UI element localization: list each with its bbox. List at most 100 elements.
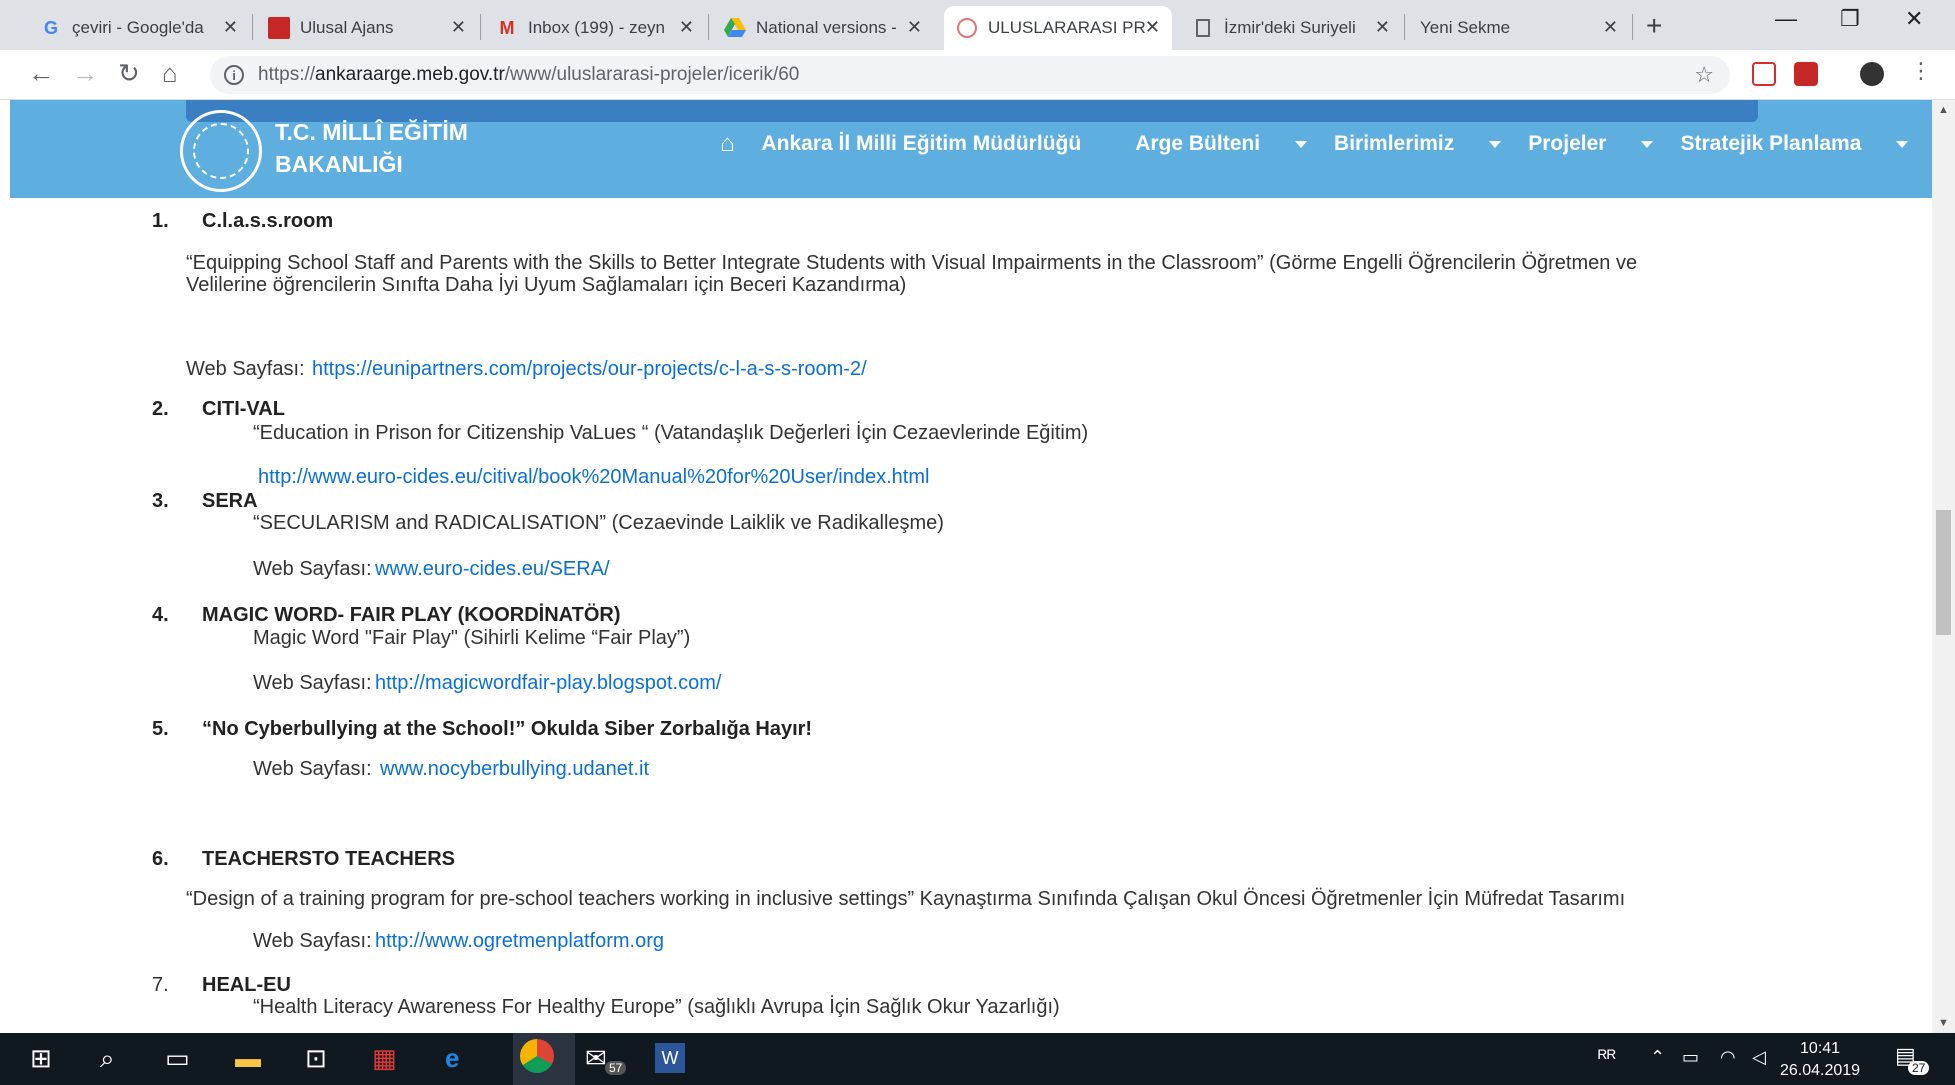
close-tab-icon[interactable]: ✕	[1603, 17, 1618, 38]
project-link[interactable]: http://magicwordfair-play.blogspot.com/	[375, 672, 721, 695]
address-bar[interactable]: i https://ankaraarge.meb.gov.tr/www/ulus…	[210, 56, 1730, 94]
caret-down-icon	[1489, 140, 1502, 148]
close-tab-icon[interactable]: ✕	[451, 17, 466, 38]
wifi-icon[interactable]: ◠	[1720, 1047, 1736, 1068]
caret-down-icon	[1896, 140, 1909, 148]
close-window-button[interactable]: ✕	[1905, 6, 1923, 32]
pocket-extension-icon[interactable]	[1752, 62, 1776, 86]
pdf-extension-icon[interactable]	[1794, 62, 1818, 86]
scroll-down-icon[interactable]: ▼	[1938, 1017, 1949, 1029]
page-scrollbar[interactable]: ▲ ▼	[1932, 100, 1955, 1033]
search-icon[interactable]: ⌕	[100, 1043, 115, 1075]
nav-projeler[interactable]: Projeler	[1528, 132, 1654, 156]
home-icon[interactable]: ⌂	[162, 58, 178, 89]
tab-uluslararasi-active[interactable]: ULUSLARARASI PR ✕	[944, 6, 1172, 50]
info-icon[interactable]: i	[224, 65, 244, 85]
project-number: 7.	[152, 974, 169, 996]
gmail-icon: M	[499, 17, 515, 38]
meb-logo-icon[interactable]	[180, 110, 262, 192]
browser-tab-strip: G çeviri - Google'da ✕ Ulusal Ajans ✕ M …	[0, 0, 1955, 50]
document-icon	[1192, 17, 1214, 39]
google-g-icon: G	[43, 17, 58, 38]
close-tab-icon[interactable]: ✕	[1145, 17, 1160, 38]
project-title: TEACHERSTO TEACHERS	[202, 848, 455, 870]
reload-icon[interactable]: ↻	[118, 58, 140, 89]
back-icon[interactable]: ←	[28, 58, 54, 89]
web-label: Web Sayfası:	[253, 558, 372, 580]
nav-ankara-il[interactable]: Ankara İl Milli Eğitim Müdürlüğü	[762, 132, 1109, 156]
tab-yeni-sekme[interactable]: Yeni Sekme ✕	[1408, 6, 1630, 50]
windows-taskbar: ⊞ ⌕ ▭ ▬ ⊡ ▦ e ✉ 57 W ᴿᴿ ⌃ ▭ ◠ ◁ 10:41 26…	[0, 1033, 1955, 1085]
web-label: Web Sayfası:	[253, 758, 372, 780]
home-icon[interactable]: ⌂	[720, 130, 735, 158]
project-number: 5.	[152, 718, 169, 740]
project-number: 3.	[152, 490, 169, 512]
project-title: SERA	[202, 490, 258, 512]
project-description: “Design of a training program for pre-sc…	[186, 888, 1626, 910]
minimize-button[interactable]: —	[1775, 6, 1797, 32]
menu-dots-icon[interactable]: ⋮	[1910, 58, 1932, 84]
scrollbar-thumb[interactable]	[1936, 510, 1951, 635]
drive-icon	[724, 17, 746, 39]
close-tab-icon[interactable]: ✕	[907, 17, 922, 38]
project-description: “Health Literacy Awareness For Healthy E…	[253, 996, 1060, 1018]
windows-start-icon[interactable]: ⊞	[30, 1043, 52, 1074]
project-link[interactable]: http://www.euro-cides.eu/citival/book%20…	[258, 466, 929, 489]
project-link[interactable]: www.euro-cides.eu/SERA/	[375, 558, 610, 581]
system-clock[interactable]: 10:41 26.04.2019	[1780, 1038, 1860, 1082]
edge-icon[interactable]: e	[445, 1043, 459, 1074]
project-description: “Education in Prison for Citizenship VaL…	[253, 422, 1089, 444]
close-tab-icon[interactable]: ✕	[679, 17, 694, 38]
meb-icon	[956, 17, 978, 39]
scroll-up-icon[interactable]: ▲	[1938, 104, 1949, 116]
restore-button[interactable]: ❐	[1840, 6, 1860, 32]
tab-drive[interactable]: National versions - ✕	[712, 6, 934, 50]
tab-google[interactable]: G çeviri - Google'da ✕	[28, 6, 250, 50]
browser-toolbar: ← → ↻ ⌂ i https://ankaraarge.meb.gov.tr /…	[0, 50, 1955, 100]
volume-icon[interactable]: ◁	[1752, 1047, 1766, 1068]
project-description: “Equipping School Staff and Parents with…	[186, 252, 1638, 274]
web-label: Web Sayfası:	[186, 358, 305, 380]
project-link[interactable]: http://www.ogretmenplatform.org	[375, 930, 664, 953]
task-view-icon[interactable]: ▭	[165, 1043, 190, 1074]
mail-badge: 57	[605, 1061, 627, 1075]
profile-avatar[interactable]	[1860, 62, 1884, 86]
tab-izmir[interactable]: İzmir'deki Suriyeli ✕	[1180, 6, 1402, 50]
tray-chevron-icon[interactable]: ⌃	[1650, 1047, 1665, 1068]
site-navigation: ⌂ Ankara İl Milli Eğitim Müdürlüğü Arge …	[720, 130, 1935, 158]
chrome-icon[interactable]	[520, 1039, 554, 1073]
tab-gmail[interactable]: M Inbox (199) - zeyn ✕	[484, 6, 706, 50]
project-list: 1. C.l.a.s.s.room “Equipping School Staf…	[0, 198, 1925, 1033]
bookmark-star-icon[interactable]: ☆	[1694, 62, 1714, 88]
nav-stratejik-planlama[interactable]: Stratejik Planlama	[1680, 132, 1909, 156]
caret-down-icon	[1641, 140, 1654, 148]
battery-icon[interactable]: ▭	[1682, 1047, 1699, 1068]
site-header: T.C. MİLLÎ EĞİTİM BAKANLIĞI ⌂ Ankara İl …	[10, 100, 1932, 198]
close-tab-icon[interactable]: ✕	[1375, 17, 1390, 38]
close-tab-icon[interactable]: ✕	[223, 17, 238, 38]
flag-icon	[268, 17, 290, 39]
store-icon[interactable]: ⊡	[305, 1043, 327, 1074]
project-link[interactable]: https://eunipartners.com/projects/our-pr…	[312, 358, 867, 381]
nav-birimlerimiz[interactable]: Birimlerimiz	[1334, 132, 1502, 156]
project-title: “No Cyberbullying at the School!” Okulda…	[202, 718, 813, 740]
project-link[interactable]: www.nocyberbullying.udanet.it	[380, 758, 649, 781]
project-title: CITI-VAL	[202, 398, 285, 420]
file-explorer-icon[interactable]: ▬	[235, 1043, 261, 1074]
web-label: Web Sayfası:	[253, 672, 372, 694]
new-tab-button[interactable]: +	[1646, 10, 1662, 42]
gift-app-icon[interactable]: ▦	[372, 1043, 397, 1074]
nav-arge-bulteni[interactable]: Arge Bülteni	[1135, 132, 1308, 156]
people-icon[interactable]: ᴿᴿ	[1598, 1047, 1616, 1070]
word-icon[interactable]: W	[655, 1043, 685, 1073]
project-number: 4.	[152, 604, 169, 626]
site-logo-text[interactable]: T.C. MİLLÎ EĞİTİM BAKANLIĞI	[275, 116, 468, 180]
tab-ulusal-ajans[interactable]: Ulusal Ajans ✕	[256, 6, 478, 50]
web-label: Web Sayfası:	[253, 930, 372, 952]
project-description: Velilerine öğrencilerin Sınıfta Daha İyi…	[186, 274, 907, 296]
project-number: 2.	[152, 398, 169, 420]
project-title: HEAL-EU	[202, 974, 291, 996]
forward-icon[interactable]: →	[72, 58, 98, 89]
mail-icon[interactable]: ✉	[585, 1043, 607, 1074]
notification-badge: 27	[1908, 1061, 1930, 1075]
